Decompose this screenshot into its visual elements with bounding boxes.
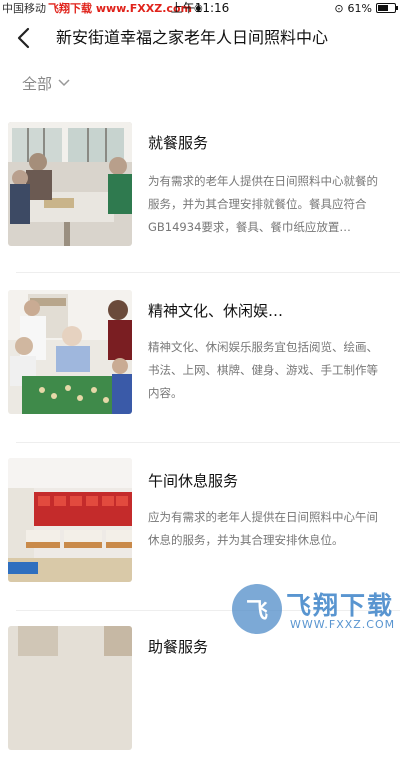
battery-icon bbox=[376, 3, 398, 13]
item-title: 精神文化、休闲娱… bbox=[148, 302, 284, 320]
chevron-left-icon bbox=[17, 27, 30, 49]
item-description: 应为有需求的老年人提供在日间照料中心午间休息的服务，并为其合理安排休息位。 bbox=[148, 510, 378, 547]
nav-bar: 新安街道幸福之家老年人日间照料中心 bbox=[0, 16, 400, 60]
battery-percent: 61% bbox=[347, 1, 372, 15]
rest-service-image bbox=[8, 458, 132, 582]
watermark-subtext: WWW.FXXZ.COM bbox=[290, 618, 396, 631]
item-title: 就餐服务 bbox=[148, 134, 209, 152]
watermark-logo: 飞 bbox=[232, 584, 282, 634]
status-bar: 中国移动 飞翔下载 www.FXXZ.com ◉ 上午11:16 ⊙ 61% bbox=[0, 0, 400, 16]
item-title: 助餐服务 bbox=[148, 638, 209, 656]
meal-assist-service-image bbox=[8, 626, 132, 750]
list-item[interactable]: 午间休息服务 应为有需求的老年人提供在日间照料中心午间休息的服务，并为其合理安排… bbox=[0, 446, 400, 596]
recreation-service-image bbox=[8, 290, 132, 414]
lock-rotation-icon: ⊙ bbox=[334, 1, 344, 15]
site-watermark: 飞 飞翔下载 WWW.FXXZ.COM bbox=[232, 584, 394, 638]
item-description: 为有需求的老年人提供在日间照料中心就餐的服务，并为其合理安排就餐位。餐具应符合G… bbox=[148, 174, 378, 234]
watermark-text: 飞翔下载 bbox=[286, 591, 395, 620]
item-description: 精神文化、休闲娱乐服务宜包括阅览、绘画、书法、上网、棋牌、健身、游戏、手工制作等… bbox=[148, 340, 378, 400]
chevron-down-icon bbox=[58, 79, 70, 87]
back-button[interactable] bbox=[10, 24, 38, 52]
page-title: 新安街道幸福之家老年人日间照料中心 bbox=[56, 28, 329, 47]
dining-service-image bbox=[8, 122, 132, 246]
list-item[interactable]: 精神文化、休闲娱… 精神文化、休闲娱乐服务宜包括阅览、绘画、书法、上网、棋牌、健… bbox=[0, 276, 400, 426]
item-title: 午间休息服务 bbox=[148, 472, 239, 490]
filter-label: 全部 bbox=[22, 74, 53, 93]
divider bbox=[16, 272, 400, 273]
category-filter-dropdown[interactable]: 全部 bbox=[22, 70, 70, 96]
list-item[interactable]: 就餐服务 为有需求的老年人提供在日间照料中心就餐的服务，并为其合理安排就餐位。餐… bbox=[0, 110, 400, 260]
divider bbox=[16, 442, 400, 443]
